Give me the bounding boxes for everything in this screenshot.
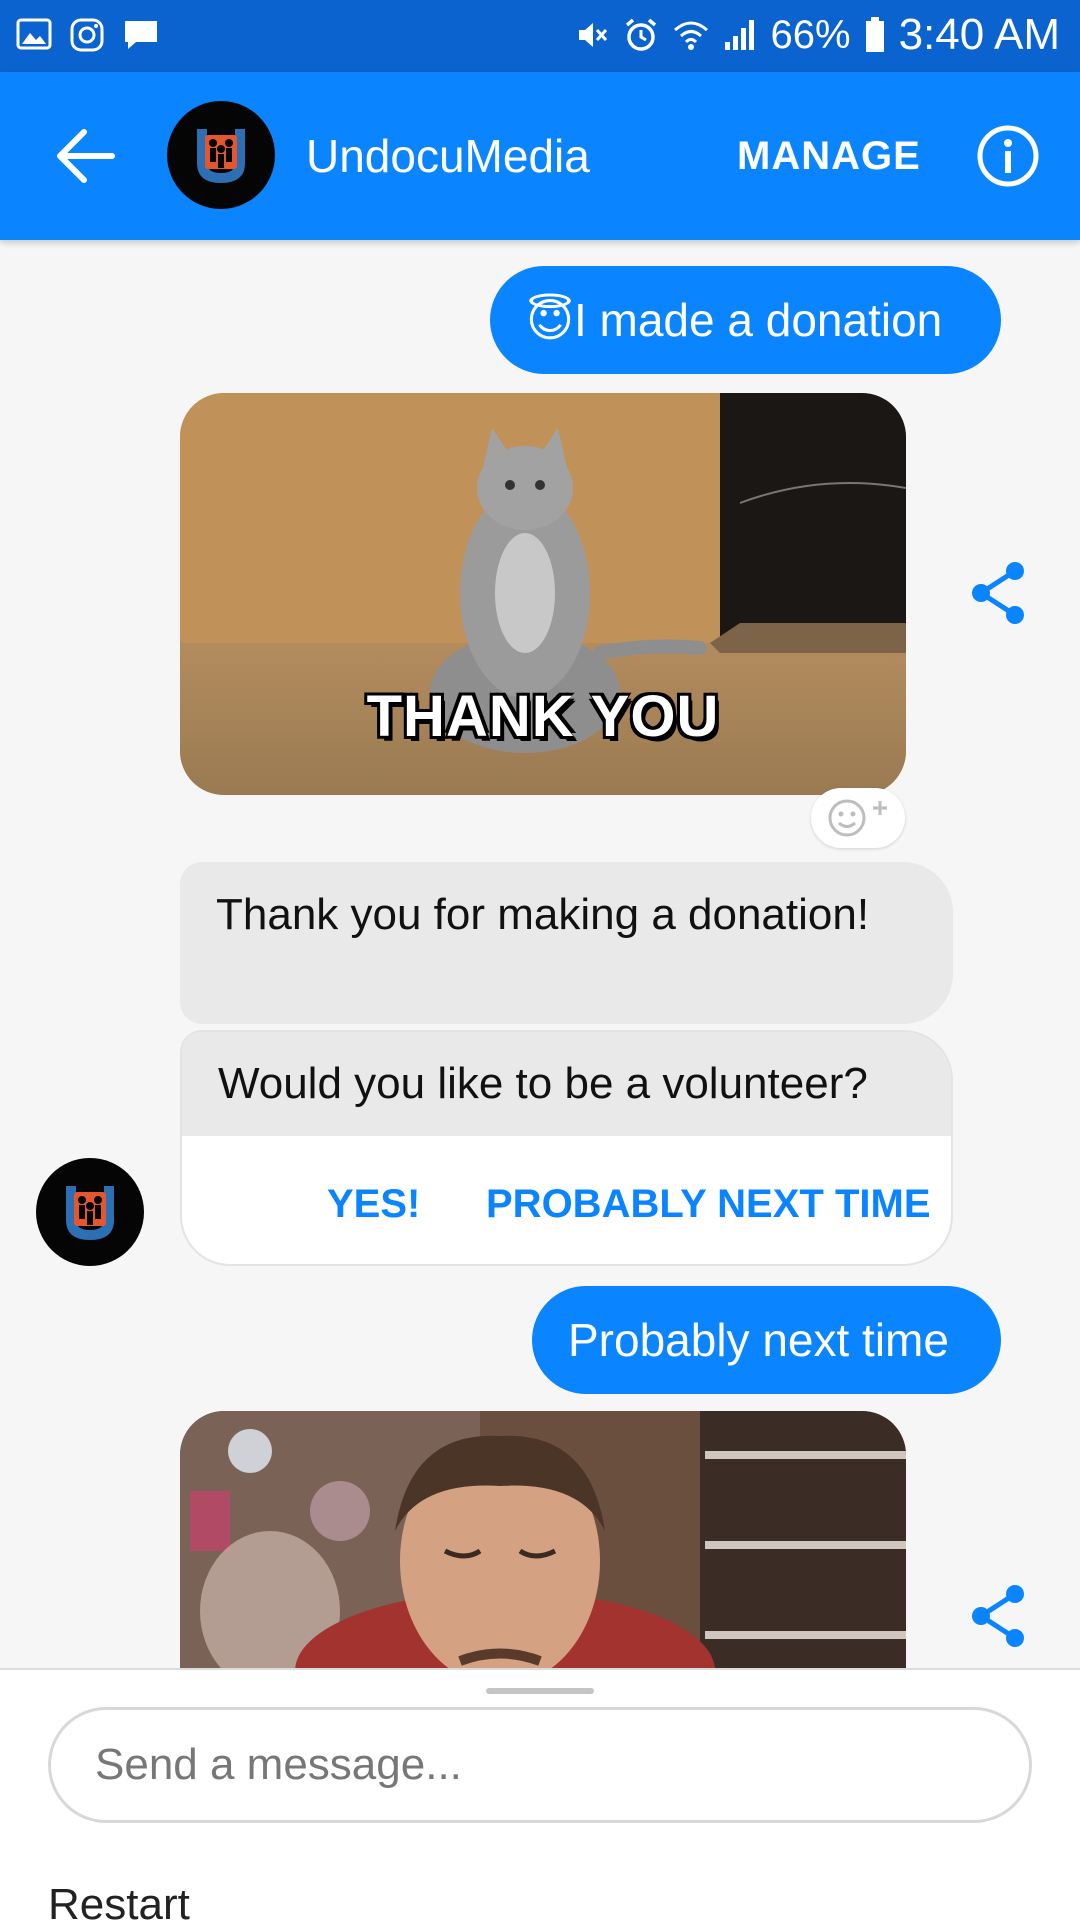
chat-icon (125, 21, 157, 49)
conversation-title[interactable]: UndocuMedia (306, 128, 590, 184)
gallery-icon (16, 18, 52, 50)
alarm-icon (625, 18, 656, 51)
mute-icon (578, 23, 607, 47)
share-icon[interactable] (969, 1584, 1029, 1648)
gif-thank-you[interactable]: THANK YOU (180, 393, 906, 795)
battery-icon (865, 17, 884, 52)
outgoing-message[interactable]: 😇I made a donation (490, 266, 1001, 374)
add-reaction-button[interactable] (811, 788, 905, 848)
battery-percent: 66% (770, 12, 851, 57)
status-time: 3:40 AM (898, 10, 1060, 59)
angel-emoji-icon: 😇 (526, 294, 574, 346)
smiley-plus-icon (828, 799, 887, 837)
gif-reaction[interactable] (180, 1411, 906, 1711)
message-composer: Restart (0, 1668, 1080, 1920)
gif-caption: THANK YOU (366, 684, 720, 749)
outgoing-message[interactable]: Probably next time (532, 1286, 1001, 1394)
conversation-header: UndocuMedia MANAGE (0, 72, 1080, 240)
message-input[interactable] (48, 1707, 1032, 1823)
manage-button[interactable]: MANAGE (737, 134, 921, 179)
quick-reply-next-time-button[interactable]: PROBABLY NEXT TIME (486, 1182, 931, 1227)
man-gif-image (180, 1411, 906, 1711)
wifi-icon (673, 21, 708, 50)
incoming-message[interactable]: Would you like to be a volunteer? (182, 1032, 951, 1136)
quick-reply-card: Would you like to be a volunteer? (180, 1030, 953, 1266)
signal-icon (724, 20, 754, 50)
messenger-screen: 66% 3:40 AM UndocuMedia MANAGE 😇I made a… (0, 0, 1080, 1920)
arrow-left-icon[interactable] (54, 126, 118, 186)
instagram-icon (70, 18, 104, 52)
share-icon[interactable] (969, 561, 1029, 625)
bot-avatar (36, 1158, 144, 1266)
message-text: I made a donation (573, 294, 943, 346)
restart-menu-item[interactable]: Restart (48, 1880, 190, 1920)
info-icon[interactable] (976, 124, 1040, 188)
quick-reply-yes-button[interactable]: YES! (327, 1182, 420, 1227)
incoming-message[interactable]: Thank you for making a donation! (180, 862, 953, 1024)
drag-handle[interactable] (486, 1688, 594, 1694)
undocumedia-logo-avatar[interactable] (167, 101, 275, 209)
status-bar: 66% 3:40 AM (0, 0, 1080, 72)
